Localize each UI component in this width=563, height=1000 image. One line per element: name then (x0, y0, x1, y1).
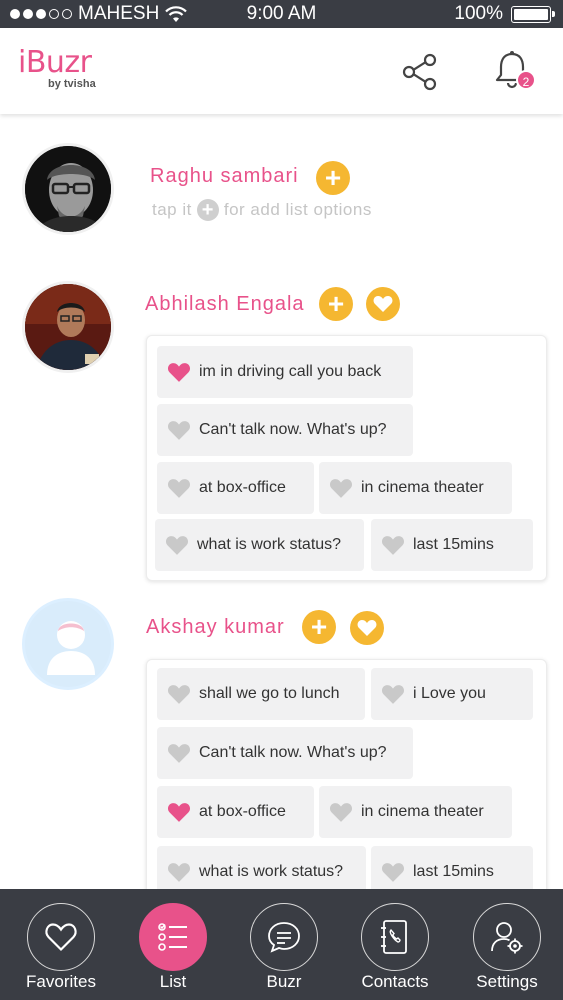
avatar-photo (25, 284, 111, 370)
message-text: in cinema theater (361, 803, 484, 820)
heart-icon[interactable] (381, 862, 405, 883)
bottom-navigation: Favorites List Buzr Contacts Settings (0, 889, 563, 1000)
quick-message-chip[interactable]: shall we go to lunch (157, 668, 365, 720)
contact-name[interactable]: Abhilash Engala (145, 293, 305, 316)
nav-icon-circle[interactable] (473, 903, 541, 971)
chat-icon (268, 922, 300, 953)
quick-message-chip[interactable]: in cinema theater (319, 462, 512, 514)
quick-message-chip[interactable]: Can't talk now. What's up? (157, 404, 413, 456)
share-button[interactable] (400, 52, 440, 92)
contact-avatar[interactable] (22, 143, 114, 235)
plus-icon: + (196, 199, 219, 221)
nav-label: Contacts (361, 972, 429, 991)
heart-icon (373, 296, 393, 312)
app-logo: iBuzr by tvisha (18, 45, 96, 91)
logo-text: iBuzr (18, 45, 92, 80)
message-text: at box-office (199, 479, 286, 496)
app-header: iBuzr by tvisha 2 (0, 28, 563, 114)
message-text: what is work status? (199, 863, 344, 880)
heart-icon (45, 923, 77, 952)
nav-list[interactable]: List (117, 889, 229, 1000)
heart-icon[interactable] (167, 862, 191, 883)
favorite-button[interactable] (366, 287, 400, 321)
nav-settings[interactable]: Settings (451, 889, 563, 1000)
phone-book-icon (381, 920, 407, 954)
notifications-button[interactable]: 2 (494, 50, 538, 94)
quick-message-chip[interactable]: last 15mins (371, 519, 533, 571)
message-text: in cinema theater (361, 479, 484, 496)
battery-icon (511, 5, 555, 23)
nav-icon-circle[interactable] (361, 903, 429, 971)
hint-prefix: tap it (152, 200, 192, 219)
heart-icon[interactable] (329, 802, 353, 823)
notification-badge: 2 (516, 70, 536, 90)
nav-label: List (159, 972, 187, 991)
message-text: shall we go to lunch (199, 685, 340, 702)
message-text: last 15mins (413, 863, 494, 880)
quick-message-chip[interactable]: in cinema theater (319, 786, 512, 838)
message-text: Can't talk now. What's up? (199, 421, 387, 438)
quick-message-chip[interactable]: at box-office (157, 786, 314, 838)
status-right: 100% (454, 3, 555, 25)
add-list-button[interactable]: + (319, 287, 353, 321)
nav-buzr[interactable]: Buzr (228, 889, 340, 1000)
favorite-button[interactable] (350, 611, 384, 645)
heart-icon[interactable] (167, 743, 191, 764)
add-list-button[interactable]: + (316, 161, 350, 195)
message-text: at box-office (199, 803, 286, 820)
nav-label: Favorites (26, 972, 96, 991)
contact-avatar-placeholder[interactable] (22, 598, 114, 690)
user-settings-icon (491, 922, 523, 954)
message-list-card: im in driving call you back Can't talk n… (146, 335, 547, 581)
status-bar: MAHESH 9:00 AM 100% (0, 0, 563, 28)
add-list-button[interactable]: + (302, 610, 336, 644)
heart-icon[interactable] (381, 684, 405, 705)
quick-message-chip[interactable]: im in driving call you back (157, 346, 413, 398)
message-text: im in driving call you back (199, 363, 382, 380)
avatar-photo (25, 146, 111, 232)
nav-icon-circle[interactable] (250, 903, 318, 971)
heart-icon[interactable] (167, 478, 191, 499)
heart-icon (357, 620, 377, 636)
message-text: Can't talk now. What's up? (199, 744, 387, 761)
add-list-hint: tap it + for add list options (152, 199, 372, 221)
quick-message-chip[interactable]: i Love you (371, 668, 533, 720)
logo-subtitle: by tvisha (48, 78, 96, 90)
nav-icon-circle[interactable] (27, 903, 95, 971)
nav-favorites[interactable]: Favorites (5, 889, 117, 1000)
battery-percent: 100% (454, 3, 503, 24)
heart-icon[interactable] (167, 802, 191, 823)
hint-suffix: for add list options (223, 200, 372, 219)
message-text: i Love you (413, 685, 486, 702)
heart-icon[interactable] (167, 362, 191, 383)
heart-icon[interactable] (167, 684, 191, 705)
user-placeholder-icon (25, 601, 111, 687)
list-icon (158, 923, 187, 951)
message-text: last 15mins (413, 536, 494, 553)
quick-message-chip[interactable]: at box-office (157, 462, 314, 514)
nav-contacts[interactable]: Contacts (339, 889, 451, 1000)
nav-icon-circle[interactable] (139, 903, 207, 971)
quick-message-chip[interactable]: Can't talk now. What's up? (157, 727, 413, 779)
message-text: what is work status? (197, 536, 342, 553)
heart-icon[interactable] (381, 535, 405, 556)
contact-avatar[interactable] (22, 281, 114, 373)
quick-message-chip[interactable]: what is work status? (155, 519, 364, 571)
contact-name[interactable]: Raghu sambari (150, 165, 299, 188)
heart-icon[interactable] (167, 420, 191, 441)
nav-label: Settings (476, 972, 538, 991)
heart-icon[interactable] (165, 535, 189, 556)
contact-name[interactable]: Akshay kumar (146, 616, 285, 639)
heart-icon[interactable] (329, 478, 353, 499)
nav-label: Buzr (266, 972, 302, 991)
share-icon (402, 53, 437, 91)
